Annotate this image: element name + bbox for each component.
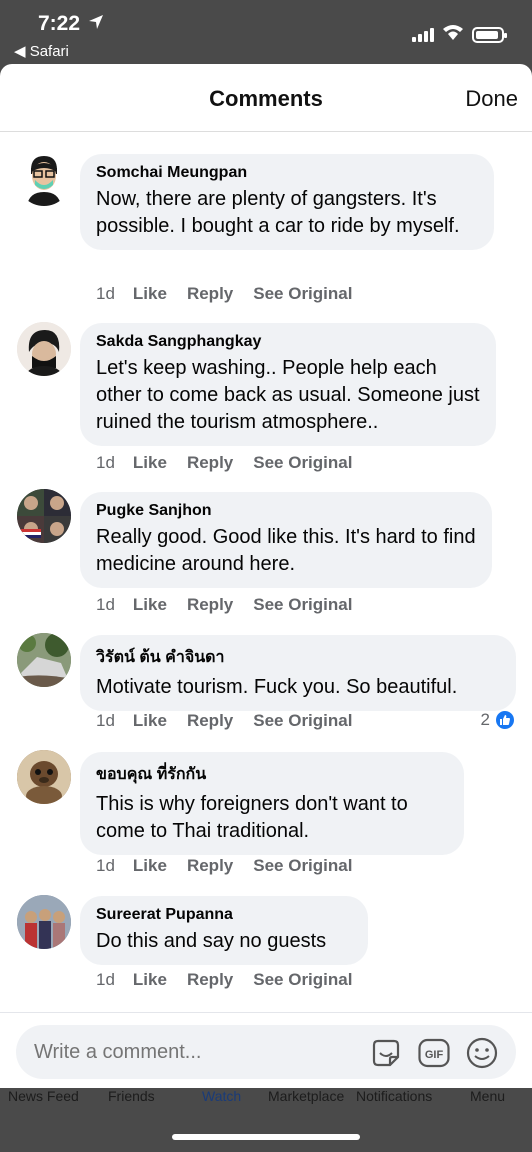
home-indicator[interactable] (172, 1134, 360, 1140)
back-to-safari-link[interactable]: ◀ Safari (14, 42, 69, 60)
comment-author[interactable]: Sakda Sangphangkay (96, 333, 480, 351)
reply-button[interactable]: Reply (187, 595, 233, 615)
avatar[interactable] (17, 895, 71, 949)
comments-sheet: Comments Done Somchai Meungpan Now, ther… (0, 64, 532, 1088)
tab-notifications[interactable]: Notifications (356, 1088, 432, 1104)
gif-icon[interactable]: GIF (418, 1037, 450, 1069)
avatar[interactable] (17, 750, 71, 804)
comment-bubble[interactable]: Sakda Sangphangkay Let's keep washing.. … (80, 323, 496, 446)
reply-button[interactable]: Reply (187, 970, 233, 990)
see-original-button[interactable]: See Original (253, 595, 352, 615)
composer-icons: GIF (370, 1037, 498, 1069)
status-bar: 7:22 ◀ Safari (0, 0, 532, 64)
avatar[interactable] (17, 489, 71, 543)
sticker-icon[interactable] (370, 1037, 402, 1069)
comment-age: 1d (96, 856, 115, 875)
comment-text: Motivate tourism. Fuck you. So beautiful… (96, 676, 458, 698)
done-button[interactable]: Done (465, 86, 518, 112)
comment-bubble[interactable]: Somchai Meungpan Now, there are plenty o… (80, 154, 494, 250)
comment-text: Really good. Good like this. It's hard t… (96, 526, 476, 575)
comment-text: Now, there are plenty of gangsters. It's… (96, 188, 460, 237)
wifi-icon (442, 24, 464, 45)
comment-text: Let's keep washing.. People help each ot… (96, 357, 480, 433)
tab-marketplace[interactable]: Marketplace (268, 1088, 344, 1104)
like-button[interactable]: Like (133, 856, 167, 876)
like-button[interactable]: Like (133, 595, 167, 615)
tab-watch[interactable]: Watch (202, 1088, 241, 1104)
comment-age: 1d (96, 284, 115, 303)
status-time: 7:22 (38, 12, 81, 35)
see-original-button[interactable]: See Original (253, 711, 352, 731)
reply-button[interactable]: Reply (187, 856, 233, 876)
back-app-label: Safari (29, 43, 69, 60)
like-button[interactable]: Like (133, 453, 167, 473)
comment-text: Do this and say no guests (96, 930, 327, 952)
tab-menu[interactable]: Menu (470, 1088, 505, 1104)
comment-actions: 1d Like Reply See Original (96, 711, 352, 731)
sheet-header: Comments Done (0, 64, 532, 132)
comment-actions: 1d Like Reply See Original (96, 970, 352, 990)
like-button[interactable]: Like (133, 970, 167, 990)
comment-age: 1d (96, 453, 115, 472)
reaction-count-label: 2 (480, 710, 490, 729)
avatar[interactable] (17, 152, 71, 206)
comment-actions: 1d Like Reply See Original (96, 284, 352, 304)
tab-news-feed[interactable]: News Feed (8, 1088, 79, 1104)
comment-bubble[interactable]: Sureerat Pupanna Do this and say no gues… (80, 896, 368, 965)
status-indicators (412, 24, 507, 45)
comment-actions: 1d Like Reply See Original (96, 453, 352, 473)
svg-text:GIF: GIF (425, 1049, 444, 1061)
reply-button[interactable]: Reply (187, 453, 233, 473)
reaction-count[interactable]: 2 (481, 709, 516, 731)
comment-bubble[interactable]: วิรัตน์ ต้น คำจินดา Motivate tourism. Fu… (80, 635, 516, 711)
comment-author[interactable]: Somchai Meungpan (96, 164, 478, 182)
comment-age: 1d (96, 970, 115, 989)
emoji-icon[interactable] (466, 1037, 498, 1069)
tab-bar: News Feed Friends Watch Marketplace Noti… (0, 1088, 532, 1152)
comment-actions: 1d Like Reply See Original (96, 595, 352, 615)
comment-age: 1d (96, 711, 115, 730)
comment-author[interactable]: Sureerat Pupanna (96, 906, 352, 924)
like-thumb-icon (494, 709, 516, 731)
comment-bubble[interactable]: ขอบคุณ ที่รักกัน This is why foreigners … (80, 752, 464, 855)
comments-list[interactable]: Somchai Meungpan Now, there are plenty o… (0, 132, 532, 1012)
comment-age: 1d (96, 595, 115, 614)
comment-composer: GIF (0, 1012, 532, 1088)
see-original-button[interactable]: See Original (253, 970, 352, 990)
location-arrow-icon (88, 14, 104, 35)
reply-button[interactable]: Reply (187, 711, 233, 731)
comment-author[interactable]: Pugke Sanjhon (96, 502, 476, 520)
comment-author[interactable]: วิรัตน์ ต้น คำจินดา (96, 645, 500, 670)
see-original-button[interactable]: See Original (253, 284, 352, 304)
comment-text: This is why foreigners don't want to com… (96, 793, 408, 842)
like-button[interactable]: Like (133, 284, 167, 304)
page-title: Comments (209, 86, 323, 111)
reply-button[interactable]: Reply (187, 284, 233, 304)
like-button[interactable]: Like (133, 711, 167, 731)
battery-icon (472, 26, 507, 43)
comment-author[interactable]: ขอบคุณ ที่รักกัน (96, 762, 448, 787)
avatar[interactable] (17, 322, 71, 376)
avatar[interactable] (17, 633, 71, 687)
signal-icon (412, 27, 434, 42)
comment-bubble[interactable]: Pugke Sanjhon Really good. Good like thi… (80, 492, 492, 588)
tab-friends[interactable]: Friends (108, 1088, 155, 1104)
comment-actions: 1d Like Reply See Original (96, 856, 352, 876)
see-original-button[interactable]: See Original (253, 453, 352, 473)
see-original-button[interactable]: See Original (253, 856, 352, 876)
